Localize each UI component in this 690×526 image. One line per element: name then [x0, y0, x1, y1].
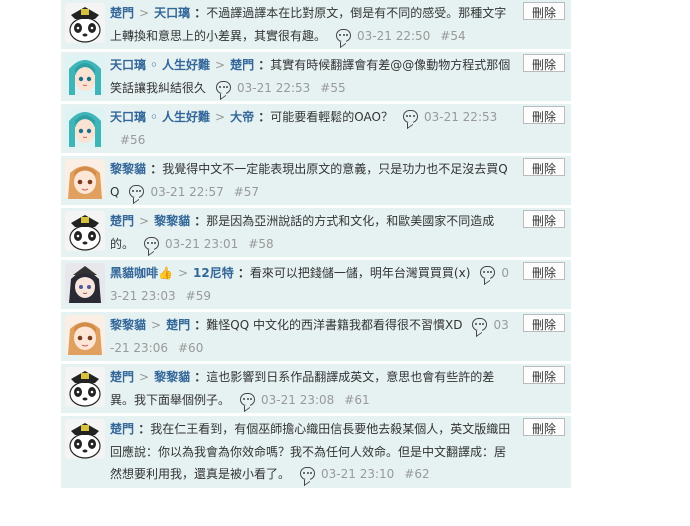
comment-time: 03-21 23:08 — [261, 392, 335, 407]
comment-text: 難怪QQ 中文化的西洋書籍我都看得很不習慣XD — [206, 318, 463, 332]
floor-number: #56 — [120, 132, 146, 147]
reply-arrow-icon: > — [177, 266, 189, 280]
reply-arrow-icon: > — [151, 318, 162, 332]
user-avatar[interactable] — [65, 263, 105, 303]
comment-content: 楚門 ：我在仁王看到，有個巫師擔心織田信長要他去殺某個人，英文版織田回應說：你以… — [110, 418, 513, 488]
comment-text: 可能要看輕鬆的OAO？ — [270, 110, 393, 124]
reply-bubble-icon[interactable] — [216, 80, 232, 94]
user-avatar[interactable] — [65, 211, 105, 251]
delete-button[interactable]: 刪除 — [523, 262, 565, 280]
user-link[interactable]: 黎黎貓 — [154, 214, 190, 228]
comment-row: 楚門 > 黎黎貓 ：那是因為亞洲說話的方式和文化，和歐美國家不同造成的。 03-21 … — [61, 208, 571, 260]
reply-bubble-icon[interactable] — [402, 110, 418, 123]
colon: ： — [233, 266, 250, 280]
comment-content: 黎黎貓 ：我覺得中文不一定能表現出原文的意義，只是功力也不足沒去買QQ 03-21… — [110, 158, 513, 205]
delete-button[interactable]: 刪除 — [523, 366, 565, 384]
user-link[interactable]: 楚門 — [230, 58, 254, 72]
floor-number: #58 — [248, 236, 274, 251]
comment-row: 黎黎貓 > 楚門 ：難怪QQ 中文化的西洋書籍我都看得很不習慣XD 03-21 23:… — [61, 312, 571, 364]
comment-time: 03-21 22:53 — [423, 110, 498, 124]
reply-bubble-icon[interactable] — [480, 266, 496, 279]
user-link[interactable]: 楚門 — [110, 214, 134, 228]
reply-bubble-icon[interactable] — [472, 318, 488, 331]
floor-number: #60 — [178, 340, 204, 355]
user-avatar[interactable] — [65, 159, 105, 199]
reply-bubble-icon[interactable] — [300, 467, 316, 480]
user-avatar[interactable] — [65, 107, 105, 147]
comment-time: 03-21 22:57 — [150, 184, 224, 199]
user-avatar[interactable] — [65, 55, 105, 95]
user-link[interactable]: 12尼特 — [193, 266, 234, 280]
delete-button[interactable]: 刪除 — [523, 418, 565, 436]
user-link[interactable]: 楚門 — [110, 422, 134, 436]
comment-row: 天口璃 ◦ 人生好難 > 大帝 ：可能要看輕鬆的OAO？ 03-21 22:53 #56… — [61, 104, 571, 156]
colon: ： — [146, 162, 163, 176]
user-link[interactable]: 黎黎貓 — [154, 370, 190, 384]
delete-button[interactable]: 刪除 — [523, 106, 565, 124]
reply-arrow-icon: > — [139, 6, 150, 20]
comment-content: 楚門 > 天口璃 ：不過譯過譯本在比對原文，倒是有不同的感受。那種文字上轉換和意思上… — [110, 2, 513, 49]
delete-button[interactable]: 刪除 — [523, 158, 565, 176]
comment-row: 楚門 > 黎黎貓 ：這也影響到日系作品翻譯成英文，意思也會有些許的差異。我下面舉個例… — [61, 364, 571, 416]
colon: ： — [134, 422, 151, 436]
user-avatar[interactable] — [65, 367, 105, 407]
colon: ： — [190, 370, 207, 384]
user-link[interactable]: 黎黎貓 — [110, 162, 146, 176]
comment-content: 天口璃 ◦ 人生好難 > 楚門 ：其實有時候翻譯會有差@@像動物方程式那個笑話讓我糾… — [110, 54, 513, 101]
delete-button[interactable]: 刪除 — [523, 314, 565, 332]
comment-content: 楚門 > 黎黎貓 ：這也影響到日系作品翻譯成英文，意思也會有些許的差異。我下面舉個例… — [110, 366, 513, 413]
reply-bubble-icon[interactable] — [336, 28, 352, 42]
colon: ： — [190, 6, 207, 20]
comment-content: 楚門 > 黎黎貓 ：那是因為亞洲說話的方式和文化，和歐美國家不同造成的。 03-21 … — [110, 210, 513, 257]
floor-number: #62 — [404, 467, 430, 481]
user-avatar[interactable] — [65, 315, 105, 355]
user-link[interactable]: 楚門 — [166, 318, 190, 332]
reply-arrow-icon: > — [215, 110, 226, 124]
floor-number: #54 — [440, 28, 466, 43]
comment-list: 楚門 > 天口璃 ：不過譯過譯本在比對原文，倒是有不同的感受。那種文字上轉換和意思上… — [61, 0, 571, 491]
comment-text: 看來可以把錢儲一儲，明年台灣買買買(x) — [249, 266, 471, 280]
user-link[interactable]: 楚門 — [110, 370, 134, 384]
reply-bubble-icon[interactable] — [144, 236, 160, 250]
comment-row: 楚門 ：我在仁王看到，有個巫師擔心織田信長要他去殺某個人，英文版織田回應說：你以… — [61, 416, 571, 491]
reply-bubble-icon[interactable] — [240, 392, 256, 406]
comment-time: 03-21 23:01 — [165, 236, 239, 251]
comment-row: 黑貓咖啡👍 >12尼特 ：看來可以把錢儲一儲，明年台灣買買買(x) 03-21 23… — [61, 260, 571, 312]
comment-content: 天口璃 ◦ 人生好難 > 大帝 ：可能要看輕鬆的OAO？ 03-21 22:53 #56 — [110, 106, 513, 153]
user-link[interactable]: 楚門 — [110, 6, 134, 20]
colon: ： — [190, 214, 207, 228]
comment-content: 黑貓咖啡👍 >12尼特 ：看來可以把錢儲一儲，明年台灣買買買(x) 03-21 23… — [110, 262, 513, 309]
reply-arrow-icon: > — [215, 58, 226, 72]
delete-button[interactable]: 刪除 — [523, 54, 565, 72]
comment-row: 黎黎貓 ：我覺得中文不一定能表現出原文的意義，只是功力也不足沒去買QQ 03-21… — [61, 156, 571, 208]
user-link[interactable]: 天口璃 ◦ 人生好難 — [110, 110, 210, 124]
floor-number: #57 — [233, 184, 260, 199]
user-link[interactable]: 黑貓咖啡👍 — [110, 266, 173, 280]
colon: ： — [190, 318, 207, 332]
comment-row: 楚門 > 天口璃 ：不過譯過譯本在比對原文，倒是有不同的感受。那種文字上轉換和意思上… — [61, 0, 571, 52]
floor-number: #61 — [344, 392, 370, 407]
reply-arrow-icon: > — [139, 370, 150, 384]
floor-number: #59 — [185, 288, 211, 303]
comment-row: 天口璃 ◦ 人生好難 > 楚門 ：其實有時候翻譯會有差@@像動物方程式那個笑話讓我糾… — [61, 52, 571, 104]
delete-button[interactable]: 刪除 — [523, 210, 565, 228]
comment-time: 03-21 23:10 — [321, 467, 395, 481]
comment-content: 黎黎貓 > 楚門 ：難怪QQ 中文化的西洋書籍我都看得很不習慣XD 03-21 23:… — [110, 314, 513, 361]
user-avatar[interactable] — [65, 3, 105, 43]
colon: ： — [254, 110, 271, 124]
comment-time: 03-21 22:50 — [357, 28, 431, 43]
colon: ： — [254, 58, 271, 72]
floor-number: #55 — [320, 80, 346, 95]
reply-arrow-icon: > — [139, 214, 150, 228]
user-link[interactable]: 天口璃 ◦ 人生好難 — [110, 58, 210, 72]
reply-bubble-icon[interactable] — [129, 184, 145, 198]
user-link[interactable]: 天口璃 — [154, 6, 190, 20]
user-link[interactable]: 黎黎貓 — [110, 318, 146, 332]
delete-button[interactable]: 刪除 — [523, 2, 565, 20]
comment-time: 03-21 22:53 — [237, 80, 311, 95]
user-link[interactable]: 大帝 — [230, 110, 254, 124]
user-avatar[interactable] — [65, 419, 105, 459]
